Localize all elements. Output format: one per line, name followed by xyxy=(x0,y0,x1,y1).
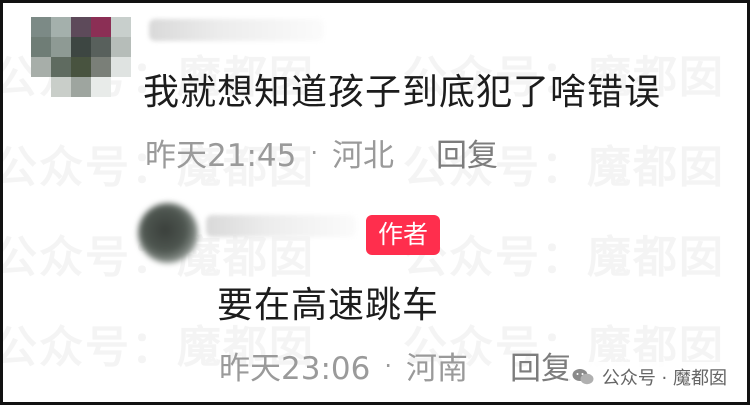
username-blurred[interactable] xyxy=(149,19,324,41)
source-mark-label: 公众号 · 魔都囡 xyxy=(601,368,727,389)
reply-meta: 昨天23:06 · 河南 回复 xyxy=(219,343,572,388)
screenshot-frame: 公众号：魔都囡 公众号：魔都囡 公众号：魔都囡 公众号：魔都囡 公众号：魔都囡 … xyxy=(0,0,750,405)
comment-text: 我就想知道孩子到底犯了啥错误 xyxy=(143,72,662,113)
reply-text: 要在高速跳车 xyxy=(217,285,440,326)
reply-button[interactable]: 回复 xyxy=(436,130,498,175)
separator-dot: · xyxy=(310,138,318,167)
comment-location: 河北 xyxy=(331,138,394,174)
avatar[interactable] xyxy=(31,17,135,109)
comment-meta: 昨天21:45 · 河北 回复 xyxy=(145,130,498,175)
wechat-icon xyxy=(572,369,594,385)
reply-time: 昨天23:06 xyxy=(219,351,371,387)
reply-button[interactable]: 回复 xyxy=(510,343,572,388)
author-badge: 作者 xyxy=(366,215,441,255)
avatar[interactable] xyxy=(138,203,198,263)
watermark: 公众号：魔都囡 xyxy=(403,221,725,285)
separator-dot: · xyxy=(384,351,392,380)
comment-time: 昨天21:45 xyxy=(145,138,297,174)
reply-location: 河南 xyxy=(405,351,468,387)
source-mark: 公众号 · 魔都囡 xyxy=(567,362,731,392)
username-blurred[interactable] xyxy=(206,215,356,237)
